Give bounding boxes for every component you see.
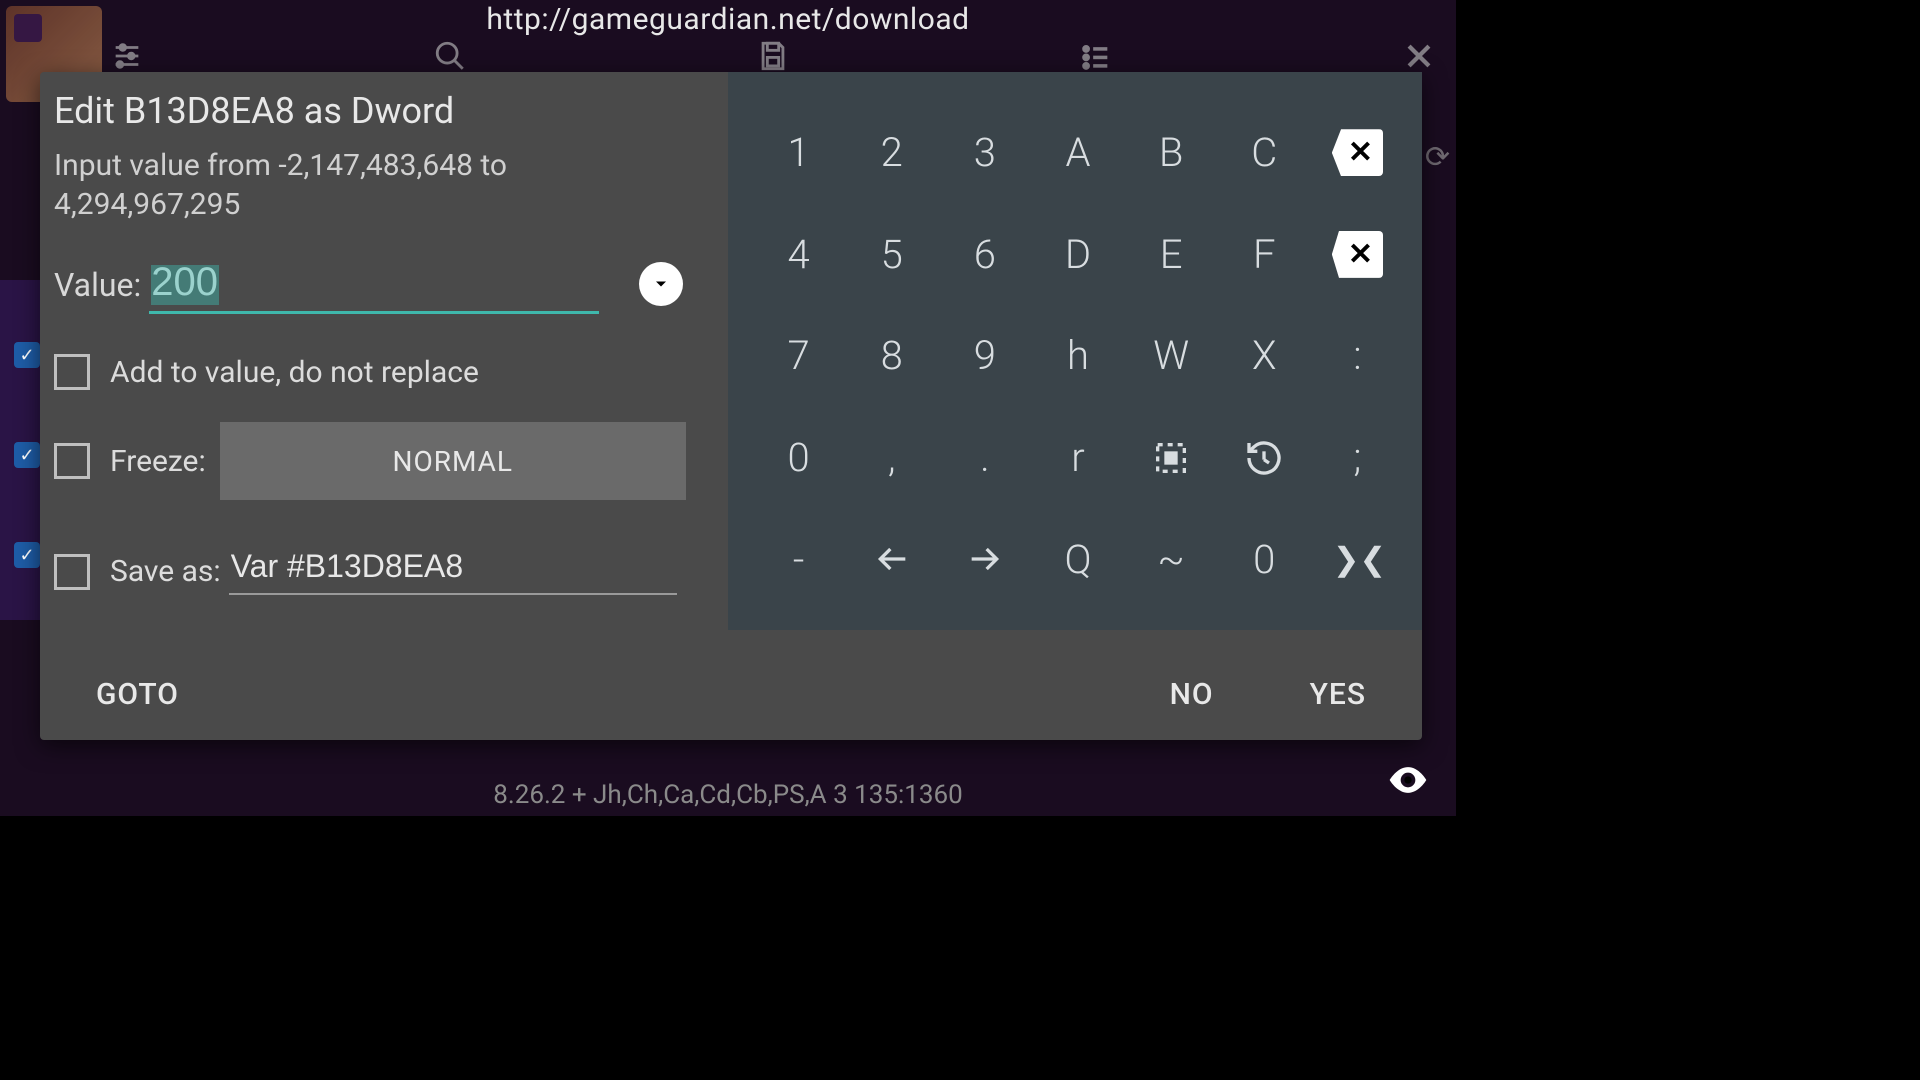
key-X[interactable]: X — [1218, 305, 1311, 407]
goto-button[interactable]: GOTO — [96, 677, 179, 712]
key-W[interactable]: W — [1125, 305, 1218, 407]
app-root: ✓ ✓ ✓ http://gameguardian.net/download ⟳… — [0, 0, 1456, 816]
dialog-subtitle: Input value from -2,147,483,648 to 4,294… — [54, 146, 574, 224]
bg-check-3: ✓ — [14, 542, 40, 568]
key-3[interactable]: 3 — [938, 102, 1031, 204]
key-8[interactable]: 8 — [845, 305, 938, 407]
key-backspace-icon[interactable]: ✕ — [1311, 102, 1404, 204]
key-arrow-left-icon[interactable] — [845, 508, 938, 610]
key-r[interactable]: r — [1031, 407, 1124, 509]
no-button[interactable]: NO — [1170, 677, 1214, 712]
key-:[interactable]: : — [1311, 305, 1404, 407]
add-to-value-row: Add to value, do not replace — [54, 354, 714, 390]
add-to-value-label: Add to value, do not replace — [110, 355, 479, 390]
key-,[interactable]: , — [845, 407, 938, 509]
dialog-form: Edit B13D8EA8 as Dword Input value from … — [40, 72, 728, 740]
key-~[interactable]: ~ — [1125, 508, 1218, 610]
key-A[interactable]: A — [1031, 102, 1124, 204]
bg-check-2: ✓ — [14, 442, 40, 468]
key-2[interactable]: 2 — [845, 102, 938, 204]
key-0[interactable]: 0 — [752, 407, 845, 509]
add-to-value-checkbox[interactable] — [54, 354, 90, 390]
key-arrow-right-icon[interactable] — [938, 508, 1031, 610]
save-as-row: Save as: — [54, 548, 714, 595]
key-E[interactable]: E — [1125, 204, 1218, 306]
value-input[interactable] — [149, 260, 599, 314]
freeze-label: Freeze: — [110, 444, 206, 479]
key-Q[interactable]: Q — [1031, 508, 1124, 610]
yes-button[interactable]: YES — [1310, 677, 1366, 712]
key-9[interactable]: 9 — [938, 305, 1031, 407]
key-;[interactable]: ; — [1311, 407, 1404, 509]
key-D[interactable]: D — [1031, 204, 1124, 306]
freeze-mode-button[interactable]: NORMAL — [220, 422, 686, 500]
key-select-all-icon[interactable] — [1125, 407, 1218, 509]
key-.[interactable]: . — [938, 407, 1031, 509]
hex-keypad: 123ABC✕456DEF✕789hWX:0,.r;-Q~0❯ ❮ — [728, 72, 1422, 630]
key-F[interactable]: F — [1218, 204, 1311, 306]
key-0[interactable]: 0 — [1218, 508, 1311, 610]
key-h[interactable]: h — [1031, 305, 1124, 407]
freeze-checkbox[interactable] — [54, 443, 90, 479]
key-swap-icon[interactable]: ❯ ❮ — [1311, 508, 1404, 610]
key-B[interactable]: B — [1125, 102, 1218, 204]
save-as-label: Save as: — [110, 554, 221, 589]
dialog-actions: GOTO NO YES — [40, 648, 1422, 740]
key--[interactable]: - — [752, 508, 845, 610]
key-1[interactable]: 1 — [752, 102, 845, 204]
key-5[interactable]: 5 — [845, 204, 938, 306]
key-6[interactable]: 6 — [938, 204, 1031, 306]
key-C[interactable]: C — [1218, 102, 1311, 204]
key-clear-icon[interactable]: ✕ — [1311, 204, 1404, 306]
refresh-icon[interactable]: ⟳ — [1425, 140, 1450, 175]
value-row: Value: — [54, 260, 714, 314]
key-4[interactable]: 4 — [752, 204, 845, 306]
value-label: Value: — [54, 266, 141, 314]
freeze-row: Freeze: NORMAL — [54, 422, 714, 500]
save-as-input[interactable] — [229, 548, 677, 595]
value-dropdown-button[interactable] — [639, 262, 683, 306]
key-history-icon[interactable] — [1218, 407, 1311, 509]
save-as-checkbox[interactable] — [54, 554, 90, 590]
bg-check-1: ✓ — [14, 342, 40, 368]
edit-dialog: Edit B13D8EA8 as Dword Input value from … — [40, 72, 1422, 740]
dialog-title: Edit B13D8EA8 as Dword — [54, 90, 714, 132]
key-7[interactable]: 7 — [752, 305, 845, 407]
status-footer: 8.26.2 + Jh,Ch,Ca,Cd,Cb,PS,A 3 135:1360 — [0, 780, 1456, 810]
eye-icon[interactable] — [1386, 758, 1430, 806]
